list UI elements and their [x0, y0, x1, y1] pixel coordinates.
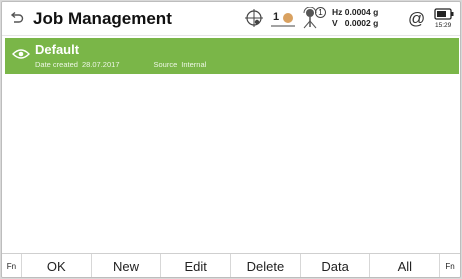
source-value: Internal	[181, 60, 207, 69]
prism-icon	[283, 13, 293, 23]
prism-underline-icon	[271, 25, 295, 27]
hz-value: 0.0004 g	[344, 7, 379, 17]
battery-time: 15:29	[435, 22, 452, 29]
all-button[interactable]: All	[370, 254, 441, 277]
screen: Job Management 1 1 Hz 0.0004 g V 0.0002 …	[1, 1, 461, 278]
crosshair-status-icon[interactable]	[244, 8, 264, 28]
hz-label: Hz	[332, 7, 343, 17]
date-label: Date created	[35, 60, 78, 69]
date-value: 28.07.2017	[81, 60, 120, 69]
source-label: Source	[153, 60, 178, 69]
battery-status[interactable]: 15:29	[434, 8, 456, 30]
new-button[interactable]: New	[92, 254, 162, 277]
job-list: Default Date created 28.07.2017 Source Inte…	[2, 38, 460, 250]
ok-button[interactable]: OK	[22, 254, 92, 277]
page-title: Job Management	[33, 9, 172, 28]
function-key-bar: Fn OK New Edit Delete Data All Fn	[2, 253, 460, 277]
job-name: Default	[35, 42, 80, 57]
back-icon[interactable]	[8, 10, 24, 26]
v-value: 0.0002 g	[344, 18, 379, 28]
antenna-status[interactable]: 1	[301, 7, 327, 31]
list-item[interactable]: Default Date created 28.07.2017 Source Inte…	[5, 38, 459, 74]
fn-right-button[interactable]: Fn	[440, 254, 460, 277]
data-button[interactable]: Data	[301, 254, 371, 277]
angle-readout: Hz 0.0004 g V 0.0002 g	[332, 7, 378, 29]
eye-icon	[12, 49, 30, 59]
prism-status[interactable]: 1	[271, 11, 297, 29]
prism-value: 1	[273, 11, 280, 23]
battery-icon	[434, 8, 454, 20]
job-meta: Date created 28.07.2017 Source Internal	[35, 60, 210, 69]
at-icon[interactable]: @	[408, 9, 425, 29]
v-label: V	[332, 18, 338, 28]
title-bar: Job Management 1 1 Hz 0.0004 g V 0.0002 …	[2, 2, 460, 36]
edit-button[interactable]: Edit	[161, 254, 232, 277]
delete-button[interactable]: Delete	[231, 254, 301, 277]
antenna-value: 1	[315, 7, 326, 18]
fn-left-button[interactable]: Fn	[2, 254, 22, 277]
